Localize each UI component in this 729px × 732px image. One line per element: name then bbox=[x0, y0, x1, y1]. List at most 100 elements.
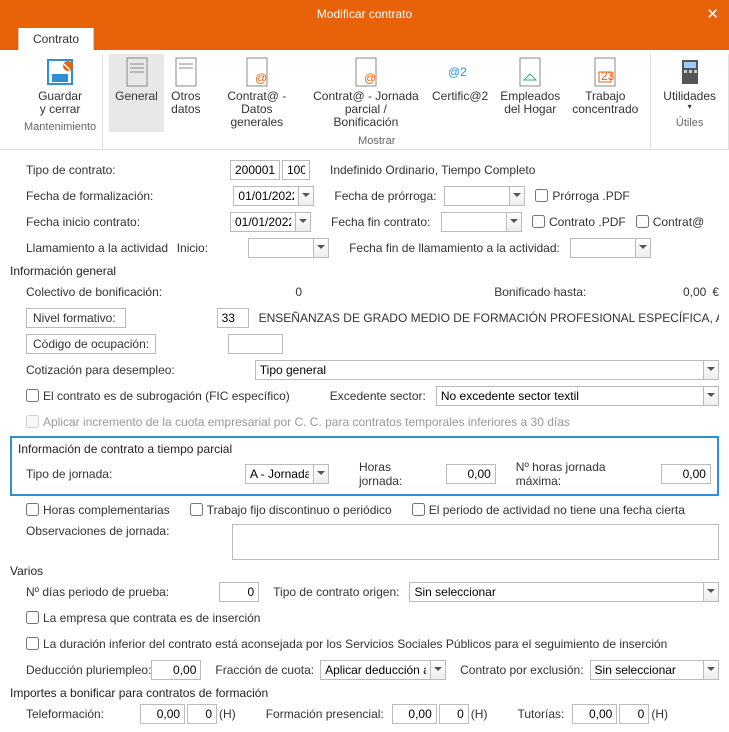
certific-button[interactable]: @2Certific@2 bbox=[426, 54, 494, 132]
chk-duracion[interactable]: La duración inferior del contrato está a… bbox=[26, 637, 667, 651]
tipo-desc: Indefinido Ordinario, Tiempo Completo bbox=[330, 163, 535, 177]
lbl-fecha-form: Fecha de formalización: bbox=[10, 189, 153, 203]
exced-input[interactable] bbox=[436, 386, 703, 406]
tipo-origen-input[interactable] bbox=[409, 582, 703, 602]
svg-text:23: 23 bbox=[601, 69, 615, 83]
fecha-inicio-input[interactable] bbox=[230, 212, 295, 232]
chk-horas-comp[interactable]: Horas complementarias bbox=[26, 503, 170, 517]
tab-contrato[interactable]: Contrato bbox=[18, 27, 94, 50]
observ-input[interactable] bbox=[232, 524, 719, 560]
empleados-button[interactable]: Empleados del Hogar bbox=[494, 54, 566, 132]
section-info-general: Información general bbox=[10, 264, 719, 278]
svg-text:@: @ bbox=[255, 71, 267, 85]
llam-inicio-input[interactable] bbox=[248, 238, 313, 258]
tipo-jornada-drop[interactable] bbox=[313, 464, 329, 484]
ribbon-group-mantenimiento: Mantenimiento bbox=[24, 121, 96, 133]
fecha-prorroga-input[interactable] bbox=[444, 186, 509, 206]
title-bar: Modificar contrato ✕ bbox=[0, 0, 729, 28]
chk-empresa-ins[interactable]: La empresa que contrata es de inserción bbox=[26, 611, 260, 625]
chk-prorroga-pdf[interactable]: Prórroga .PDF bbox=[535, 189, 629, 203]
ndias-input[interactable] bbox=[219, 582, 259, 602]
lbl-fecha-fin: Fecha fin contrato: bbox=[331, 215, 441, 229]
telef-val[interactable] bbox=[140, 704, 185, 724]
svg-text:@2: @2 bbox=[448, 65, 467, 79]
close-icon[interactable]: ✕ bbox=[706, 5, 719, 23]
fecha-fin-input[interactable] bbox=[441, 212, 506, 232]
colectivo-val: 0 bbox=[162, 285, 302, 299]
fecha-form-input[interactable] bbox=[233, 186, 298, 206]
nhoras-input[interactable] bbox=[661, 464, 711, 484]
form-area: Tipo de contrato: Indefinido Ordinario, … bbox=[0, 150, 729, 732]
lbl-observ: Observaciones de jornada: bbox=[10, 524, 169, 538]
cotiz-drop[interactable] bbox=[703, 360, 719, 380]
svg-text:@: @ bbox=[364, 71, 376, 85]
lbl-ndias: Nº días periodo de prueba: bbox=[10, 585, 169, 599]
lbl-horas-jornada: Horas jornada: bbox=[359, 460, 436, 488]
llam-fin-input[interactable] bbox=[570, 238, 635, 258]
lbl-nhoras: Nº horas jornada máxima: bbox=[516, 460, 651, 488]
chk-periodo-act[interactable]: El periodo de actividad no tiene una fec… bbox=[412, 503, 685, 517]
section-varios: Varios bbox=[10, 564, 719, 578]
lbl-tipo-origen: Tipo de contrato origen: bbox=[273, 585, 399, 599]
formpres-val[interactable] bbox=[392, 704, 437, 724]
lbl-telef: Teleformación: bbox=[10, 707, 104, 721]
contr-excl-input[interactable] bbox=[590, 660, 703, 680]
llam-inicio-drop[interactable] bbox=[313, 238, 329, 258]
lbl-fecha-inicio: Fecha inicio contrato: bbox=[10, 215, 150, 229]
doc-icon bbox=[121, 56, 153, 88]
horas-jornada-input[interactable] bbox=[446, 464, 496, 484]
lbl-cod-ocup[interactable]: Código de ocupación: bbox=[26, 334, 156, 354]
deduc-input[interactable] bbox=[151, 660, 201, 680]
fecha-fin-drop[interactable] bbox=[506, 212, 522, 232]
tut-h[interactable] bbox=[619, 704, 649, 724]
utilidades-button[interactable]: Utilidades▾ bbox=[657, 54, 722, 114]
chk-contratat[interactable]: Contrat@ bbox=[636, 215, 705, 229]
telef-h[interactable] bbox=[187, 704, 217, 724]
lbl-fracc: Fracción de cuota: bbox=[215, 663, 314, 677]
cotiz-input[interactable] bbox=[255, 360, 703, 380]
doc-icon bbox=[170, 56, 202, 88]
exced-drop[interactable] bbox=[703, 386, 719, 406]
lbl-cotiz: Cotización para desempleo: bbox=[10, 363, 175, 377]
nivel-input[interactable] bbox=[217, 308, 249, 328]
bonif-val: 0,00 bbox=[586, 285, 706, 299]
tipo-code2[interactable] bbox=[282, 160, 310, 180]
tipo-jornada-input[interactable] bbox=[245, 464, 313, 484]
window-title: Modificar contrato bbox=[317, 7, 412, 21]
nivel-desc: ENSEÑANZAS DE GRADO MEDIO DE FORMACIÓN P… bbox=[259, 311, 719, 325]
lbl-colectivo: Colectivo de bonificación: bbox=[10, 285, 162, 299]
fracc-drop[interactable] bbox=[430, 660, 446, 680]
doc-at-icon: @ bbox=[350, 56, 382, 88]
otros-datos-button[interactable]: Otros datos bbox=[164, 54, 208, 132]
cod-ocup-input[interactable] bbox=[228, 334, 283, 354]
contr-excl-drop[interactable] bbox=[703, 660, 719, 680]
lbl-contr-excl: Contrato por exclusión: bbox=[460, 663, 583, 677]
ribbon-group-utiles: Útiles bbox=[676, 117, 704, 129]
chk-trabajo-fijo[interactable]: Trabajo fijo discontinuo o periódico bbox=[190, 503, 392, 517]
tipo-origen-drop[interactable] bbox=[703, 582, 719, 602]
chk-contrato-pdf[interactable]: Contrato .PDF bbox=[532, 215, 626, 229]
general-button[interactable]: General bbox=[109, 54, 164, 132]
fecha-form-drop[interactable] bbox=[298, 186, 314, 206]
llam-fin-drop[interactable] bbox=[635, 238, 651, 258]
lbl-nivel[interactable]: Nivel formativo: bbox=[26, 308, 126, 328]
contrat-parcial-button[interactable]: @Contrat@ - Jornada parcial / Bonificaci… bbox=[306, 54, 426, 132]
trabajo-button[interactable]: 23Trabajo concentrado bbox=[566, 54, 644, 132]
ribbon: Guardar y cerrar Mantenimiento General O… bbox=[0, 50, 729, 150]
home-icon bbox=[514, 56, 546, 88]
lbl-inicio: Inicio: bbox=[168, 241, 208, 255]
lbl-fecha-fin-llam: Fecha fin de llamamiento a la actividad: bbox=[349, 241, 560, 255]
lbl-bonif-hasta: Bonificado hasta: bbox=[494, 285, 586, 299]
fracc-input[interactable] bbox=[320, 660, 430, 680]
tut-val[interactable] bbox=[572, 704, 617, 724]
save-close-button[interactable]: Guardar y cerrar bbox=[32, 54, 88, 118]
chk-subrog[interactable]: El contrato es de subrogación (FIC espec… bbox=[26, 389, 290, 403]
formpres-h[interactable] bbox=[439, 704, 469, 724]
fecha-prorroga-drop[interactable] bbox=[509, 186, 525, 206]
tipo-code1[interactable] bbox=[230, 160, 280, 180]
section-parcial-highlight: Información de contrato a tiempo parcial… bbox=[10, 436, 719, 496]
calculator-icon bbox=[674, 56, 706, 88]
lbl-tipo-contrato: Tipo de contrato: bbox=[10, 163, 150, 177]
contrat-datos-button[interactable]: @Contrat@ - Datos generales bbox=[208, 54, 306, 132]
fecha-inicio-drop[interactable] bbox=[295, 212, 311, 232]
